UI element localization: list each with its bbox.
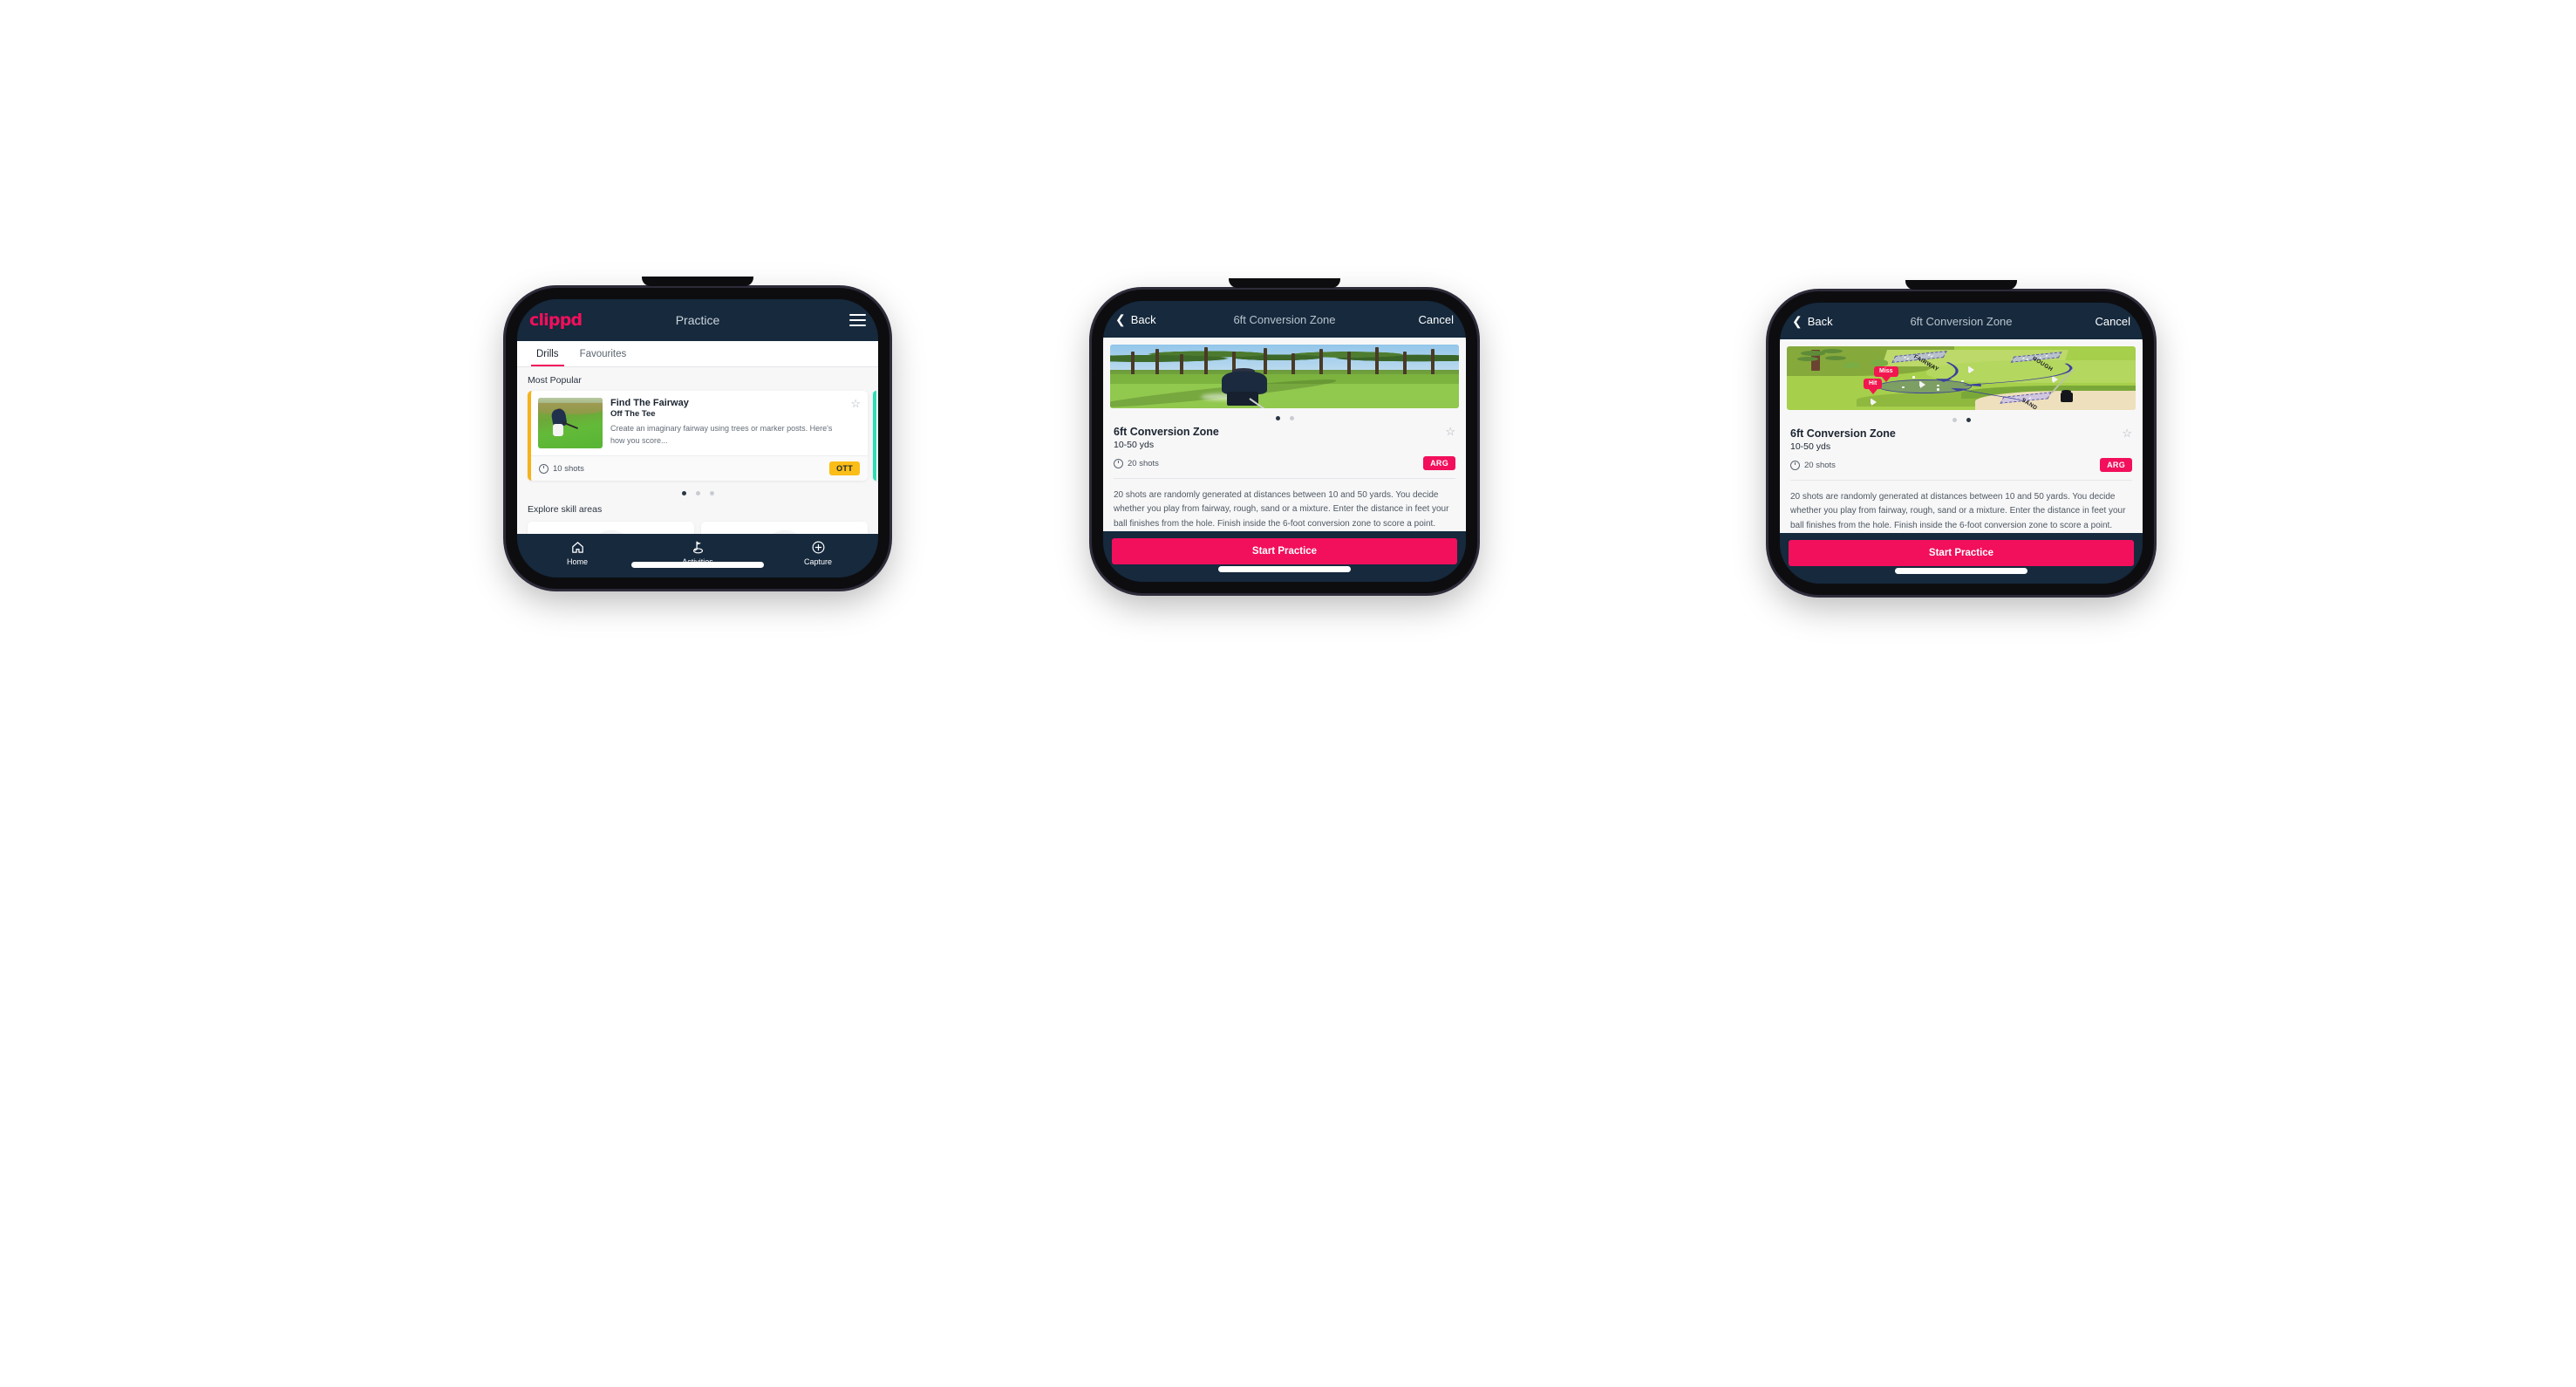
drill-yardage: 10-50 yds (1114, 440, 1155, 451)
cancel-button[interactable]: Cancel (1419, 313, 1454, 326)
carousel-dot[interactable] (1289, 416, 1294, 421)
detail-nav-bar: ❮ Back 6ft Conversion Zone Cancel (1780, 303, 2143, 339)
nav-item-home[interactable]: Home (517, 540, 637, 566)
home-icon (571, 542, 583, 553)
carousel-next-card-peek[interactable] (873, 391, 878, 481)
star-outline-icon[interactable]: ☆ (850, 398, 861, 409)
tip-hit: Hit (1864, 378, 1883, 389)
carousel-dot[interactable] (709, 491, 714, 495)
back-label: Back (1807, 314, 1833, 328)
drill-description: Create an imaginary fairway using trees … (610, 424, 833, 445)
drill-shots: 10 shots (539, 463, 584, 474)
drill-subtitle: Off The Tee (610, 409, 656, 419)
drill-shots-label: 20 shots (1804, 460, 1836, 470)
clippd-logo[interactable]: clippd (529, 311, 583, 330)
bottom-navigation: Home Activities (517, 534, 878, 577)
cta-container: Start Practice (1780, 533, 2143, 566)
clock-icon (539, 463, 549, 474)
screenshot-stage: clippd Practice Drills Favourites Most P… (0, 0, 2576, 1387)
home-indicator (1895, 568, 2027, 574)
star-outline-icon[interactable]: ☆ (1445, 426, 1455, 437)
chevron-left-icon: ❮ (1792, 314, 1803, 328)
cancel-button[interactable]: Cancel (2096, 315, 2130, 328)
drill-title: Find The Fairway (610, 398, 689, 408)
practice-screen-body: Drills Favourites Most Popular Find The … (517, 341, 878, 534)
nav-label: Home (566, 557, 588, 566)
drill-media-illustration[interactable]: FAIRWAY ROUGH SAND Miss Hit (1787, 346, 2136, 411)
plus-circle-icon (812, 541, 824, 554)
home-indicator (1218, 566, 1351, 572)
skill-card-off-the-tee[interactable]: Off The Tee Power and accuracy (528, 522, 694, 534)
detail-body: FAIRWAY ROUGH SAND Miss Hit 6ft Conversi… (1780, 339, 2143, 533)
drill-description: 20 shots are randomly generated at dista… (1790, 491, 2126, 530)
drill-name: 6ft Conversion Zone (1114, 426, 1219, 439)
media-carousel-dots (1780, 410, 2143, 427)
phone-notch (642, 277, 753, 286)
skill-card-approach[interactable]: Approach Dial-in to hit the green (701, 522, 868, 534)
drill-detail-header: 6ft Conversion Zone 10-50 yds 20 shots A… (1780, 427, 2143, 473)
back-button[interactable]: ❮ Back (1115, 313, 1156, 326)
tab-bar: Drills Favourites (517, 341, 878, 367)
detail-title: 6ft Conversion Zone (1233, 312, 1336, 326)
tee-fan-icon (586, 530, 636, 534)
approach-green-icon (760, 530, 809, 534)
detail-body: 6ft Conversion Zone 10-50 yds 20 shots A… (1103, 338, 1466, 531)
chevron-left-icon: ❮ (1115, 312, 1126, 326)
carousel-dot[interactable] (1275, 416, 1280, 421)
shot-path-arrows (1935, 362, 2073, 400)
nav-label: Capture (803, 557, 833, 566)
tab-drills[interactable]: Drills (526, 341, 569, 366)
star-outline-icon[interactable]: ☆ (2122, 427, 2132, 439)
phone-mockup-drill-detail-photo: ❮ Back 6ft Conversion Zone Cancel 6ft Co… (1092, 278, 1477, 593)
drill-shots: 20 shots (1114, 458, 1159, 468)
drill-media-photo[interactable] (1110, 345, 1459, 409)
skill-badge-arg: ARG (1423, 456, 1455, 471)
section-label-most-popular: Most Popular (528, 375, 582, 386)
skill-badge-ott: OTT (829, 461, 860, 475)
start-practice-button[interactable]: Start Practice (1112, 538, 1457, 564)
section-label-explore: Explore skill areas (528, 504, 603, 515)
phone-notch (1905, 280, 2017, 290)
carousel-dot[interactable] (681, 491, 686, 495)
golf-flag-icon (692, 541, 703, 554)
phone-mockup-practice-list: clippd Practice Drills Favourites Most P… (506, 277, 889, 589)
drill-description: 20 shots are randomly generated at dista… (1114, 489, 1449, 529)
drill-thumbnail (538, 398, 603, 448)
drill-shots-label: 10 shots (553, 463, 584, 474)
clock-icon (1790, 460, 1800, 470)
drill-shots-label: 20 shots (1128, 458, 1159, 468)
media-carousel-dots (1103, 408, 1466, 426)
back-label: Back (1130, 312, 1156, 326)
detail-nav-bar: ❮ Back 6ft Conversion Zone Cancel (1103, 301, 1466, 338)
skill-areas-grid: Off The Tee Power and accuracy (517, 520, 878, 534)
phone-notch (1229, 278, 1340, 288)
carousel-dot[interactable] (695, 491, 700, 495)
back-button[interactable]: ❮ Back (1792, 315, 1833, 328)
start-practice-button[interactable]: Start Practice (1789, 540, 2134, 566)
skill-badge-arg: ARG (2100, 458, 2132, 473)
nav-item-capture[interactable]: Capture (758, 540, 878, 566)
cta-container: Start Practice (1103, 531, 1466, 564)
tab-favourites[interactable]: Favourites (569, 341, 637, 366)
app-bar: clippd Practice (517, 299, 878, 341)
drill-shots: 20 shots (1790, 460, 1836, 470)
drill-yardage: 10-50 yds (1790, 441, 1831, 453)
phone-mockup-drill-detail-diagram: ❮ Back 6ft Conversion Zone Cancel FAIRWA… (1768, 280, 2154, 595)
hamburger-icon[interactable] (849, 314, 866, 326)
carousel-dots (517, 481, 878, 504)
home-indicator (631, 562, 764, 568)
drill-name: 6ft Conversion Zone (1790, 427, 1896, 441)
tip-miss: Miss (1874, 366, 1898, 377)
detail-title: 6ft Conversion Zone (1910, 314, 2013, 328)
drill-card[interactable]: Find The Fairway Off The Tee Create an i… (528, 391, 868, 481)
clock-icon (1114, 458, 1123, 468)
drill-detail-header: 6ft Conversion Zone 10-50 yds 20 shots A… (1103, 426, 1466, 471)
carousel-dot[interactable] (1966, 418, 1971, 423)
carousel-dot[interactable] (1952, 418, 1957, 423)
